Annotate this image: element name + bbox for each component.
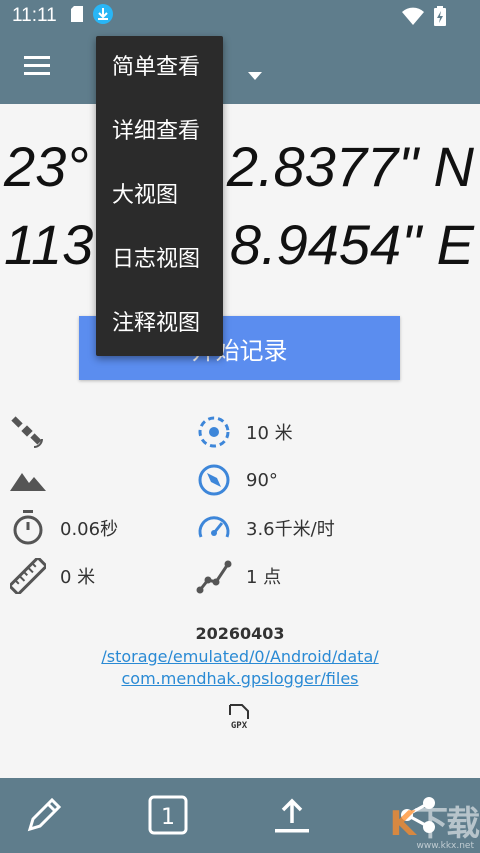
battery-charging-icon [434, 6, 446, 30]
stopwatch-icon [8, 508, 48, 548]
status-bar: 11:11 [0, 0, 480, 32]
status-right-icons [402, 6, 446, 30]
view-menu-popup: 简单查看 详细查看 大视图 日志视图 注释视图 [96, 36, 223, 356]
menu-item-annotation-view[interactable]: 注释视图 [96, 292, 223, 356]
mountain-icon [8, 460, 48, 500]
accuracy-stat: 10 米 [194, 412, 293, 452]
longitude-degrees: 113 [4, 213, 94, 276]
satellite-stat [8, 412, 60, 452]
bearing-value: 90° [246, 469, 278, 491]
menu-item-big-view[interactable]: 大视图 [96, 164, 223, 228]
duration-stat: 0.06秒 [8, 508, 118, 548]
upload-icon[interactable] [272, 795, 312, 839]
coordinates-display: 23° 2.8377" N 113 8.9454" E [0, 128, 480, 284]
distance-stat: 0 米 [8, 556, 95, 596]
log-file-info: 20260403 /storage/emulated/0/Android/dat… [0, 624, 480, 690]
gpx-file-icon: GPX [226, 704, 252, 734]
bottom-toolbar: 1 K下载 www.kkx.net [0, 778, 480, 853]
speedometer-icon [194, 508, 234, 548]
longitude-line: 113 8.9454" E [0, 206, 480, 284]
status-time: 11:11 [12, 5, 57, 26]
latitude-degrees: 23° [4, 135, 89, 198]
page-number: 1 [161, 805, 175, 830]
wifi-icon [402, 7, 424, 29]
satellite-icon [8, 412, 48, 452]
sd-card-icon [70, 6, 83, 26]
latitude-line: 23° 2.8377" N [0, 128, 480, 206]
track-points-icon [194, 556, 234, 596]
menu-item-simple-view[interactable]: 简单查看 [96, 36, 223, 100]
bearing-stat: 90° [194, 460, 278, 500]
menu-item-log-view[interactable]: 日志视图 [96, 228, 223, 292]
distance-value: 0 米 [60, 567, 96, 588]
log-path-link-line1[interactable]: /storage/emulated/0/Android/data/ [0, 646, 480, 668]
accuracy-value: 10 米 [246, 423, 293, 444]
watermark-text: 下载 [414, 804, 480, 844]
watermark-logo: K下载 [389, 796, 480, 845]
pencil-annotate-icon[interactable] [24, 795, 64, 839]
compass-icon [194, 460, 234, 500]
points-stat: 1 点 [194, 556, 281, 596]
ruler-icon [8, 556, 48, 596]
log-path-link-line2[interactable]: com.mendhak.gpslogger/files [0, 668, 480, 690]
altitude-stat [8, 460, 60, 500]
latitude-seconds: 2.8377" N [226, 135, 474, 198]
watermark-accent: K [389, 804, 416, 844]
view-dropdown-arrow-icon[interactable] [248, 65, 262, 84]
location-accuracy-icon [194, 412, 234, 452]
menu-item-detailed-view[interactable]: 详细查看 [96, 100, 223, 164]
log-date: 20260403 [195, 624, 285, 643]
app-bar [0, 32, 480, 104]
hamburger-menu-icon[interactable] [24, 56, 50, 80]
one-point-button[interactable]: 1 [148, 795, 188, 839]
watermark-url: www.kkx.net [416, 841, 475, 851]
gpx-icon-label: GPX [231, 721, 248, 730]
points-value: 1 点 [246, 567, 282, 588]
longitude-seconds: 8.9454" E [229, 213, 474, 276]
download-notification-icon [92, 4, 113, 28]
duration-value: 0.06秒 [60, 519, 119, 540]
speed-stat: 3.6千米/时 [194, 508, 335, 548]
speed-value: 3.6千米/时 [246, 519, 335, 540]
